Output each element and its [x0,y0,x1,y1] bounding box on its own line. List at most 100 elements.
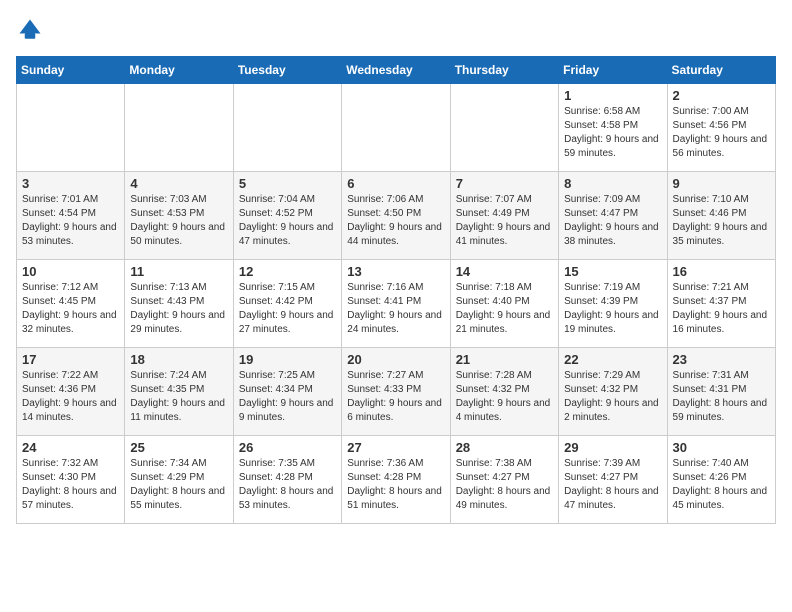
day-number: 29 [564,440,661,455]
day-info: Sunrise: 7:25 AM Sunset: 4:34 PM Dayligh… [239,369,336,425]
day-number: 17 [22,352,119,367]
calendar-cell: 28 Sunrise: 7:38 AM Sunset: 4:27 PM Dayli… [450,436,558,524]
calendar-week-1: 1 Sunrise: 6:58 AM Sunset: 4:58 PM Daylig… [17,84,776,172]
day-number: 4 [130,176,227,191]
calendar-cell: 8Sunrise: 7:09 AM Sunset: 4:47 PM Daylig… [559,172,667,260]
calendar-cell: 10 Sunrise: 7:12 AM Sunset: 4:45 PM Dayli… [17,260,125,348]
weekday-header-saturday: Saturday [667,57,775,84]
calendar-cell: 12 Sunrise: 7:15 AM Sunset: 4:42 PM Dayli… [233,260,341,348]
calendar-header-row: SundayMondayTuesdayWednesdayThursdayFrid… [17,57,776,84]
calendar-cell: 15 Sunrise: 7:19 AM Sunset: 4:39 PM Dayli… [559,260,667,348]
day-info: Sunrise: 7:00 AM Sunset: 4:56 PM Dayligh… [673,105,770,161]
day-info: Sunrise: 7:06 AM Sunset: 4:50 PM Dayligh… [347,193,444,249]
calendar-cell: 26 Sunrise: 7:35 AM Sunset: 4:28 PM Dayli… [233,436,341,524]
weekday-header-tuesday: Tuesday [233,57,341,84]
day-info: Sunrise: 7:24 AM Sunset: 4:35 PM Dayligh… [130,369,227,425]
day-number: 9 [673,176,770,191]
calendar-week-3: 10 Sunrise: 7:12 AM Sunset: 4:45 PM Dayli… [17,260,776,348]
calendar-cell: 18 Sunrise: 7:24 AM Sunset: 4:35 PM Dayli… [125,348,233,436]
calendar-week-5: 24Sunrise: 7:32 AM Sunset: 4:30 PM Dayli… [17,436,776,524]
day-info: Sunrise: 7:29 AM Sunset: 4:32 PM Dayligh… [564,369,661,425]
day-number: 21 [456,352,553,367]
calendar-cell: 14 Sunrise: 7:18 AM Sunset: 4:40 PM Dayli… [450,260,558,348]
calendar-table: SundayMondayTuesdayWednesdayThursdayFrid… [16,56,776,524]
day-number: 27 [347,440,444,455]
day-info: Sunrise: 7:34 AM Sunset: 4:29 PM Dayligh… [130,457,227,513]
calendar-cell: 2 Sunrise: 7:00 AM Sunset: 4:56 PM Daylig… [667,84,775,172]
calendar-cell: 29Sunrise: 7:39 AM Sunset: 4:27 PM Dayli… [559,436,667,524]
day-info: Sunrise: 7:15 AM Sunset: 4:42 PM Dayligh… [239,281,336,337]
day-number: 14 [456,264,553,279]
calendar-cell: 27 Sunrise: 7:36 AM Sunset: 4:28 PM Dayli… [342,436,450,524]
day-number: 19 [239,352,336,367]
day-info: Sunrise: 7:36 AM Sunset: 4:28 PM Dayligh… [347,457,444,513]
calendar-cell: 20 Sunrise: 7:27 AM Sunset: 4:33 PM Dayli… [342,348,450,436]
day-number: 30 [673,440,770,455]
calendar-cell: 9Sunrise: 7:10 AM Sunset: 4:46 PM Daylig… [667,172,775,260]
calendar-cell: 24Sunrise: 7:32 AM Sunset: 4:30 PM Dayli… [17,436,125,524]
day-number: 8 [564,176,661,191]
logo [16,16,48,44]
calendar-cell: 1 Sunrise: 6:58 AM Sunset: 4:58 PM Daylig… [559,84,667,172]
calendar-cell: 5 Sunrise: 7:04 AM Sunset: 4:52 PM Daylig… [233,172,341,260]
calendar-cell: 16 Sunrise: 7:21 AM Sunset: 4:37 PM Dayli… [667,260,775,348]
day-number: 20 [347,352,444,367]
day-info: Sunrise: 7:38 AM Sunset: 4:27 PM Dayligh… [456,457,553,513]
day-number: 2 [673,88,770,103]
day-info: Sunrise: 7:19 AM Sunset: 4:39 PM Dayligh… [564,281,661,337]
day-info: Sunrise: 7:21 AM Sunset: 4:37 PM Dayligh… [673,281,770,337]
day-info: Sunrise: 7:04 AM Sunset: 4:52 PM Dayligh… [239,193,336,249]
calendar-cell: 6Sunrise: 7:06 AM Sunset: 4:50 PM Daylig… [342,172,450,260]
weekday-header-monday: Monday [125,57,233,84]
calendar-cell: 3 Sunrise: 7:01 AM Sunset: 4:54 PM Daylig… [17,172,125,260]
calendar-cell [233,84,341,172]
weekday-header-thursday: Thursday [450,57,558,84]
calendar-cell: 13 Sunrise: 7:16 AM Sunset: 4:41 PM Dayli… [342,260,450,348]
day-info: Sunrise: 7:32 AM Sunset: 4:30 PM Dayligh… [22,457,119,513]
day-info: Sunrise: 7:13 AM Sunset: 4:43 PM Dayligh… [130,281,227,337]
day-info: Sunrise: 7:31 AM Sunset: 4:31 PM Dayligh… [673,369,770,425]
day-number: 18 [130,352,227,367]
calendar-cell: 11Sunrise: 7:13 AM Sunset: 4:43 PM Dayli… [125,260,233,348]
calendar-cell [342,84,450,172]
day-number: 23 [673,352,770,367]
day-info: Sunrise: 7:07 AM Sunset: 4:49 PM Dayligh… [456,193,553,249]
calendar-week-2: 3 Sunrise: 7:01 AM Sunset: 4:54 PM Daylig… [17,172,776,260]
day-info: Sunrise: 7:16 AM Sunset: 4:41 PM Dayligh… [347,281,444,337]
day-info: Sunrise: 7:40 AM Sunset: 4:26 PM Dayligh… [673,457,770,513]
logo-icon [16,16,44,44]
day-number: 5 [239,176,336,191]
day-number: 15 [564,264,661,279]
weekday-header-friday: Friday [559,57,667,84]
weekday-header-sunday: Sunday [17,57,125,84]
calendar-cell [17,84,125,172]
day-info: Sunrise: 7:12 AM Sunset: 4:45 PM Dayligh… [22,281,119,337]
day-number: 10 [22,264,119,279]
day-info: Sunrise: 7:28 AM Sunset: 4:32 PM Dayligh… [456,369,553,425]
day-number: 16 [673,264,770,279]
day-number: 26 [239,440,336,455]
day-info: Sunrise: 7:35 AM Sunset: 4:28 PM Dayligh… [239,457,336,513]
calendar-cell: 7Sunrise: 7:07 AM Sunset: 4:49 PM Daylig… [450,172,558,260]
day-info: Sunrise: 7:22 AM Sunset: 4:36 PM Dayligh… [22,369,119,425]
calendar-cell: 22 Sunrise: 7:29 AM Sunset: 4:32 PM Dayli… [559,348,667,436]
day-info: Sunrise: 6:58 AM Sunset: 4:58 PM Dayligh… [564,105,661,161]
day-info: Sunrise: 7:01 AM Sunset: 4:54 PM Dayligh… [22,193,119,249]
day-info: Sunrise: 7:18 AM Sunset: 4:40 PM Dayligh… [456,281,553,337]
day-number: 22 [564,352,661,367]
weekday-header-wednesday: Wednesday [342,57,450,84]
day-number: 3 [22,176,119,191]
calendar-cell: 25Sunrise: 7:34 AM Sunset: 4:29 PM Dayli… [125,436,233,524]
day-number: 1 [564,88,661,103]
calendar-cell: 19 Sunrise: 7:25 AM Sunset: 4:34 PM Dayli… [233,348,341,436]
day-number: 12 [239,264,336,279]
calendar-cell: 23 Sunrise: 7:31 AM Sunset: 4:31 PM Dayli… [667,348,775,436]
day-info: Sunrise: 7:27 AM Sunset: 4:33 PM Dayligh… [347,369,444,425]
calendar-cell [125,84,233,172]
day-number: 13 [347,264,444,279]
calendar-cell: 4 Sunrise: 7:03 AM Sunset: 4:53 PM Daylig… [125,172,233,260]
day-number: 28 [456,440,553,455]
calendar-cell [450,84,558,172]
day-info: Sunrise: 7:03 AM Sunset: 4:53 PM Dayligh… [130,193,227,249]
calendar-cell: 17 Sunrise: 7:22 AM Sunset: 4:36 PM Dayli… [17,348,125,436]
